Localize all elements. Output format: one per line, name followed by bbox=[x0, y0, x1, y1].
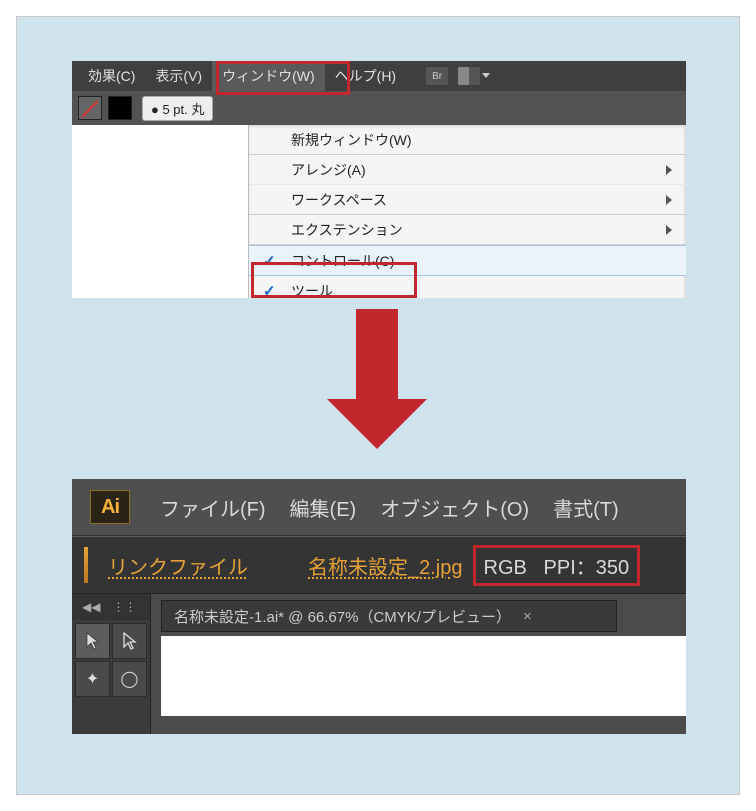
dropdown-control[interactable]: ✓ コントロール(C) bbox=[249, 245, 686, 276]
collapse-icon[interactable]: ◀◀ bbox=[82, 600, 100, 614]
stroke-weight-input[interactable]: ● 5 pt. 丸 bbox=[142, 96, 213, 121]
tab-close-icon[interactable]: × bbox=[523, 608, 532, 625]
submenu-arrow-icon bbox=[666, 195, 672, 205]
workarea: ◀◀ ⋮⋮ ✦ ◯ 名称未設定-1.ai* @ 66.67%（CMYK/プレビュ bbox=[72, 594, 686, 734]
bridge-icon[interactable]: Br bbox=[426, 67, 448, 85]
window-dropdown: 新規ウィンドウ(W) アレンジ(A) ワークスペース エクステンション ✓ コン… bbox=[248, 125, 686, 298]
menu-type[interactable]: 書式(T) bbox=[553, 493, 619, 522]
direct-selection-tool-icon[interactable] bbox=[112, 623, 147, 659]
down-arrow-icon bbox=[327, 309, 427, 449]
image-info-highlight: RGB PPI：350 bbox=[473, 545, 641, 586]
menu-screenshot: 効果(C) 表示(V) ウィンドウ(W) ヘルプ(H) Br ● 5 pt. 丸… bbox=[72, 61, 686, 298]
check-icon: ✓ bbox=[263, 252, 276, 270]
illustrator-window: Ai ファイル(F) 編集(E) オブジェクト(O) 書式(T) リンクファイル… bbox=[72, 479, 686, 734]
submenu-arrow-icon bbox=[666, 165, 672, 175]
dropdown-label: コントロール(C) bbox=[291, 251, 394, 271]
control-handle-icon[interactable] bbox=[84, 547, 88, 583]
option-bar: ● 5 pt. 丸 bbox=[72, 91, 686, 125]
check-icon: ✓ bbox=[263, 282, 276, 298]
menu-window[interactable]: ウィンドウ(W) bbox=[212, 61, 325, 91]
menu-effect[interactable]: 効果(C) bbox=[78, 61, 145, 91]
submenu-arrow-icon bbox=[666, 225, 672, 235]
linked-filename[interactable]: 名称未設定_2.jpg bbox=[308, 551, 463, 580]
tools-panel-header: ◀◀ ⋮⋮ bbox=[72, 594, 150, 620]
app-menubar: Ai ファイル(F) 編集(E) オブジェクト(O) 書式(T) bbox=[72, 479, 686, 536]
fill-swatch-none-icon[interactable] bbox=[78, 96, 102, 120]
menu-help[interactable]: ヘルプ(H) bbox=[325, 61, 406, 91]
ai-logo-icon: Ai bbox=[90, 490, 130, 524]
dropdown-extension[interactable]: エクステンション bbox=[249, 215, 686, 245]
ppi-value: PPI：350 bbox=[544, 557, 630, 579]
menu-object[interactable]: オブジェクト(O) bbox=[380, 493, 529, 522]
document-tab[interactable]: 名称未設定-1.ai* @ 66.67%（CMYK/プレビュー） × bbox=[161, 600, 617, 632]
dropdown-label: ツール bbox=[291, 281, 333, 299]
dropdown-label: ワークスペース bbox=[291, 190, 387, 210]
stroke-swatch-black-icon[interactable] bbox=[108, 96, 132, 120]
tools-panel: ◀◀ ⋮⋮ ✦ ◯ bbox=[72, 594, 151, 734]
link-file-label[interactable]: リンクファイル bbox=[108, 551, 248, 580]
canvas[interactable] bbox=[161, 636, 686, 716]
dropdown-workspace[interactable]: ワークスペース bbox=[249, 185, 686, 215]
document-area: 名称未設定-1.ai* @ 66.67%（CMYK/プレビュー） × bbox=[151, 594, 686, 734]
menu-edit[interactable]: 編集(E) bbox=[290, 493, 357, 522]
control-bar: リンクファイル 名称未設定_2.jpg RGB PPI：350 bbox=[72, 536, 686, 594]
panel-menu-icon[interactable]: ⋮⋮ bbox=[112, 600, 136, 614]
dropdown-tool[interactable]: ✓ ツール bbox=[249, 276, 686, 298]
dropdown-label: 新規ウィンドウ(W) bbox=[291, 130, 412, 150]
dropdown-new-window[interactable]: 新規ウィンドウ(W) bbox=[249, 125, 686, 155]
menu-view[interactable]: 表示(V) bbox=[145, 61, 212, 91]
tab-title: 名称未設定-1.ai* @ 66.67%（CMYK/プレビュー） bbox=[174, 606, 511, 627]
dropdown-label: アレンジ(A) bbox=[291, 160, 366, 180]
dropdown-arrange[interactable]: アレンジ(A) bbox=[249, 155, 686, 185]
dropdown-label: エクステンション bbox=[291, 220, 403, 240]
lasso-tool-icon[interactable]: ◯ bbox=[112, 661, 147, 697]
magic-wand-tool-icon[interactable]: ✦ bbox=[75, 661, 110, 697]
selection-tool-icon[interactable] bbox=[75, 623, 110, 659]
menu-file[interactable]: ファイル(F) bbox=[160, 493, 266, 522]
color-mode: RGB bbox=[484, 557, 527, 579]
menubar: 効果(C) 表示(V) ウィンドウ(W) ヘルプ(H) Br bbox=[72, 61, 686, 91]
layout-selector-icon[interactable] bbox=[458, 67, 480, 85]
